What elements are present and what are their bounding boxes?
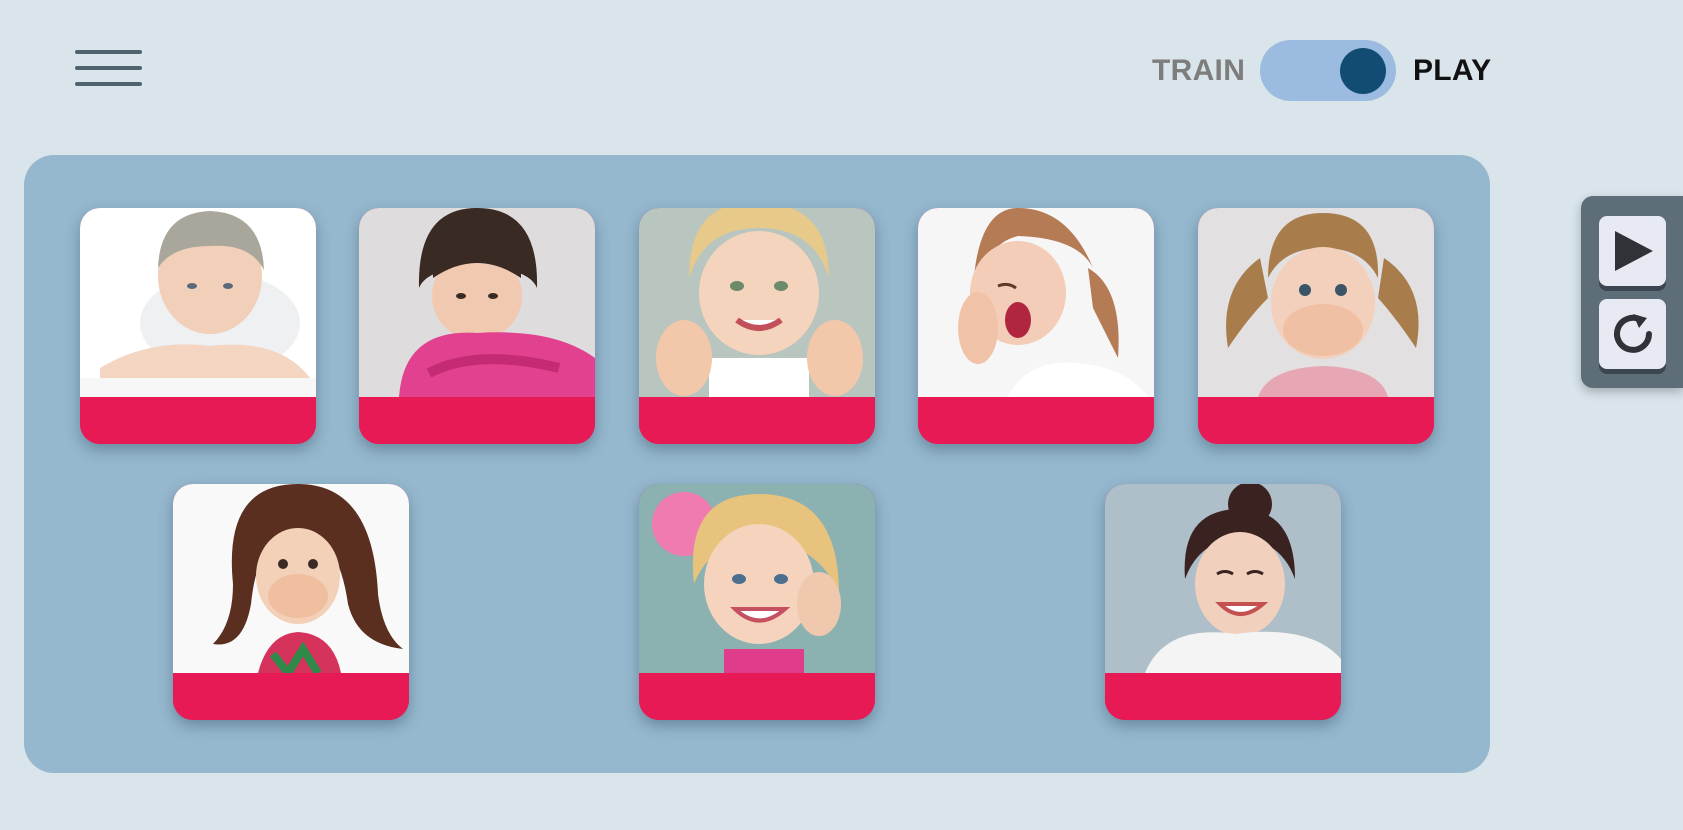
surprised-girl-photo [1198, 208, 1434, 397]
cards-board [24, 155, 1490, 773]
card-caption [1105, 673, 1341, 720]
card-caption [80, 397, 316, 444]
train-mode-label: TRAIN [1152, 54, 1246, 87]
game-control-panel [1581, 196, 1683, 388]
menu-line [75, 82, 142, 86]
card-caption [173, 673, 409, 720]
card-caption [639, 673, 875, 720]
yawning-girl-photo [918, 208, 1154, 397]
play-mode-label: PLAY [1413, 54, 1492, 87]
laughing-woman-photo [1105, 484, 1341, 673]
mode-switch-group: TRAIN PLAY [1150, 40, 1495, 101]
happy-thumbs-up-girl-photo [639, 208, 875, 397]
scared-girl-photo [173, 484, 409, 673]
emotion-card-scared-girl[interactable] [173, 484, 409, 720]
card-caption [1198, 397, 1434, 444]
app-page: TRAIN PLAY [0, 0, 1683, 830]
mode-toggle-switch[interactable] [1260, 40, 1396, 101]
card-caption [918, 397, 1154, 444]
menu-line [75, 66, 142, 70]
emotion-card-tired-girl[interactable] [918, 208, 1154, 444]
emotion-card-surprised-girl[interactable] [1198, 208, 1434, 444]
start-game-button[interactable] [1599, 216, 1666, 286]
card-caption [639, 397, 875, 444]
toggle-knob [1340, 48, 1386, 94]
emotion-card-sad-boy[interactable] [80, 208, 316, 444]
angry-girl-photo [359, 208, 595, 397]
hamburger-menu-icon[interactable] [75, 50, 142, 90]
card-caption [359, 397, 595, 444]
emotion-card-laughing-woman[interactable] [1105, 484, 1341, 720]
repeat-icon [1613, 314, 1652, 353]
smiling-girl-photo [639, 484, 875, 673]
repeat-sound-button[interactable] [1599, 299, 1666, 369]
menu-line [75, 50, 142, 54]
emotion-card-joyful-girl[interactable] [639, 484, 875, 720]
sad-boy-photo [80, 208, 316, 397]
emotion-card-angry-girl[interactable] [359, 208, 595, 444]
emotion-card-happy-girl[interactable] [639, 208, 875, 444]
play-icon [1614, 231, 1653, 271]
